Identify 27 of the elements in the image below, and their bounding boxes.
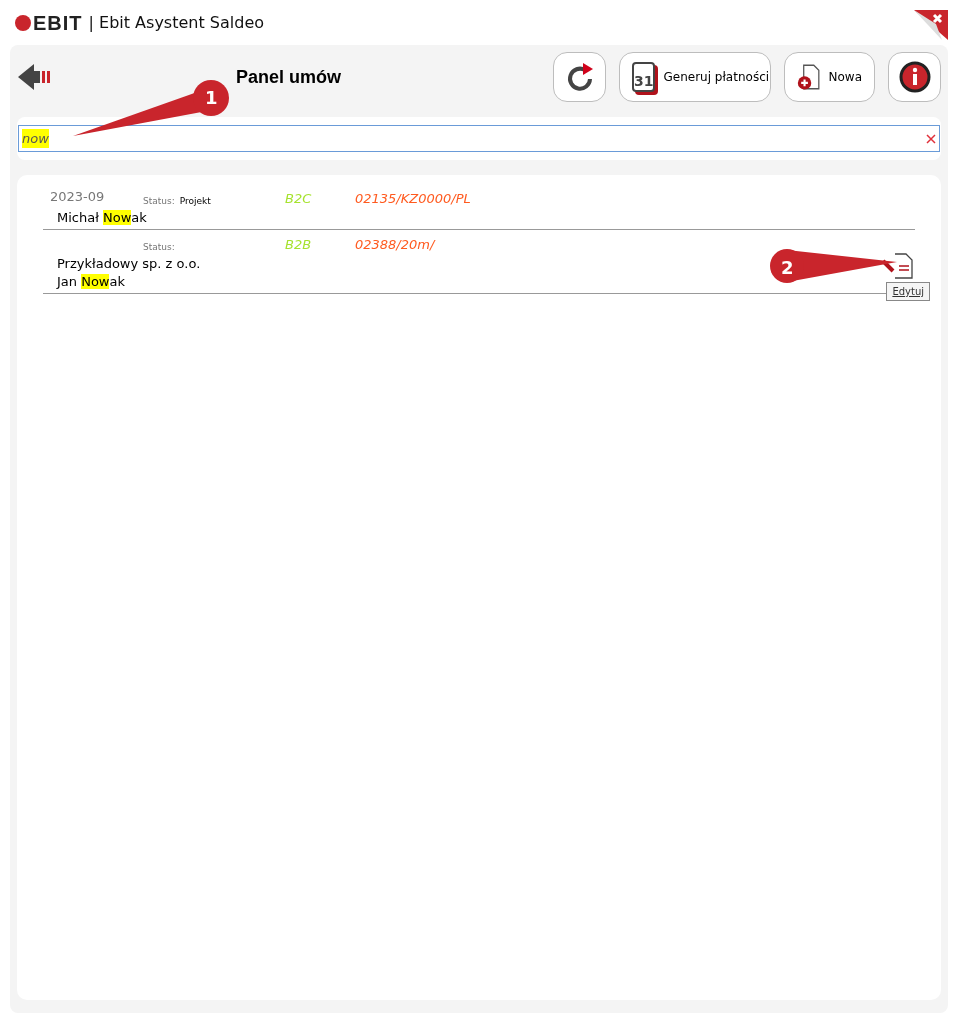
back-arrow-icon[interactable] <box>18 64 50 90</box>
contract-number: 02388/20m/ <box>355 235 435 254</box>
contract-type: B2C <box>285 189 313 208</box>
edit-document-icon[interactable] <box>881 252 913 280</box>
client-name: Michał Nowak <box>57 209 147 227</box>
window-title: | Ebit Asystent Saldeo <box>88 11 264 34</box>
info-button[interactable] <box>888 52 941 102</box>
contract-date: 2023-09 <box>50 189 105 204</box>
new-button[interactable]: Nowa <box>784 52 875 102</box>
calendar-icon: 31 <box>632 62 656 92</box>
status-label: Status: <box>143 194 175 208</box>
close-button[interactable] <box>914 10 948 40</box>
edit-tooltip: Edytuj <box>886 282 930 301</box>
search-field[interactable]: now <box>18 125 940 152</box>
clear-icon[interactable] <box>926 133 936 144</box>
refresh-button[interactable] <box>553 52 606 102</box>
generate-payments-button[interactable]: 31 Generuj płatności <box>619 52 771 102</box>
page-title: Panel umów <box>236 65 342 89</box>
status-value: Projekt <box>179 194 211 208</box>
ebit-logo: EBIT <box>15 12 83 33</box>
contract-type: B2B <box>285 235 313 254</box>
contract-number: 02135/KZ0000/PL <box>355 189 471 208</box>
status-label: Status: <box>143 240 175 254</box>
info-icon <box>898 61 931 93</box>
client-name: Jan Nowak <box>57 273 125 291</box>
client-name: Przykładowy sp. z o.o. <box>57 255 201 273</box>
close-icon <box>914 10 948 40</box>
